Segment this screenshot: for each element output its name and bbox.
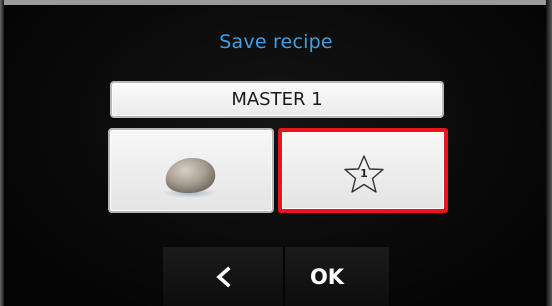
ok-button-label: OK — [309, 264, 345, 289]
save-recipe-screen: Save recipe MASTER 1 1 OK — [0, 0, 552, 306]
recipe-name-value: MASTER 1 — [231, 89, 323, 110]
back-button[interactable] — [163, 247, 283, 306]
stone-icon — [163, 158, 217, 198]
dialog-title: Save recipe — [219, 31, 333, 53]
ok-button[interactable]: OK — [285, 247, 389, 306]
recipe-name-field[interactable]: MASTER 1 — [110, 81, 444, 118]
chevron-left-icon — [216, 265, 231, 288]
favorite-slot-tile[interactable]: 1 — [278, 128, 448, 213]
device-bezel-top — [0, 0, 552, 5]
favorite-number: 1 — [360, 167, 368, 180]
recipe-image-tile[interactable] — [108, 128, 274, 213]
